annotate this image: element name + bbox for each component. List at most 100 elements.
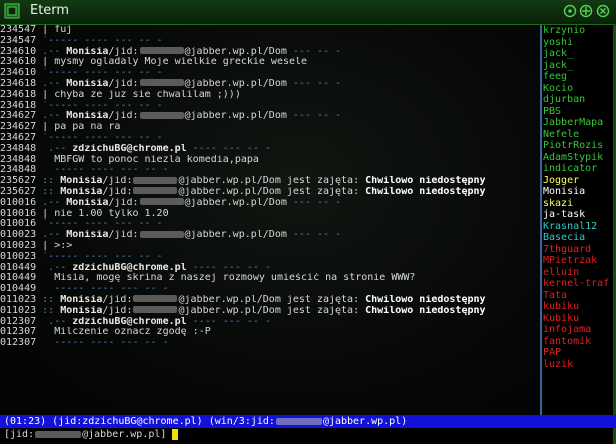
nicklist-item[interactable]: infojama: [543, 324, 616, 336]
nicklist-item[interactable]: MPietrzak: [543, 255, 616, 267]
status-description: Chwilowo niedostępny: [365, 186, 486, 197]
chat-line: 010023 .-- Monisia/jid: @jabber.wp.pl/Dom…: [0, 230, 540, 241]
message-border: ---- --- -- -: [186, 316, 271, 327]
sender-jid-prefix: /jid:: [102, 186, 133, 197]
text-cursor: [172, 428, 179, 440]
eterm-window: Eterm 234547 | fuj 234547 `----- ---- ---…: [0, 0, 616, 444]
chat-line: 235627 :: Monisia/jid: @jabber.wp.pl/Dom …: [0, 187, 540, 198]
message-border: --- -- -: [286, 78, 342, 89]
input-line[interactable]: [jid: @jabber.wp.pl]: [0, 428, 616, 442]
message-border: ---- --- -- -: [186, 143, 271, 154]
timestamp: 234627: [0, 122, 37, 133]
status-marker: ::: [42, 305, 61, 316]
chat-line: 012307 Milczenie oznacz zgodę :-P: [0, 327, 540, 338]
timestamp: 234610: [0, 68, 37, 79]
timestamp: 010023: [0, 251, 37, 262]
timestamp: 010449: [0, 262, 37, 273]
chat-line: 234610 | mysmy ogladaly Moje wielkie gre…: [0, 57, 540, 68]
status-bar: (01:23) (jid:zdzichuBG@chrome.pl) (win/3…: [0, 415, 616, 428]
chat-line: 012307 .-- zdzichuBG@chrome.pl ---- --- …: [0, 317, 540, 328]
window-menu-icon[interactable]: [4, 3, 20, 19]
message-border: `----- ---- --- -- -: [42, 219, 163, 230]
nicklist-item[interactable]: skazi: [543, 198, 616, 210]
nicklist-item[interactable]: krzynio: [543, 25, 616, 37]
nicklist-item[interactable]: PAP: [543, 347, 616, 359]
nicklist-item[interactable]: Tata: [543, 290, 616, 302]
sender-jid-prefix: /jid:: [108, 230, 139, 241]
chat-line: 234627 `----- ---- --- -- -: [0, 133, 540, 144]
sender-jid-prefix: /jid:: [108, 46, 139, 57]
message-border: .--: [42, 230, 67, 241]
message-text: | mysmy ogladaly Moje wielkie greckie we…: [42, 57, 308, 68]
message-border: --- -- -: [286, 111, 342, 122]
status-description: Chwilowo niedostępny: [365, 176, 486, 187]
nicklist[interactable]: krzynio yoshi jack_ jack_ feeg Kocio djurban PB…: [543, 25, 616, 415]
message-border: .--: [42, 46, 67, 57]
nicklist-item[interactable]: JabberMapa: [543, 117, 616, 129]
chat-line: 012307 ----- ---- --- -- -: [0, 338, 540, 349]
nicklist-item[interactable]: Jogger: [543, 175, 616, 187]
close-icon[interactable]: [596, 4, 610, 18]
nicklist-item[interactable]: 7thguard: [543, 244, 616, 256]
message-border: `----- ---- --- -- -: [42, 132, 163, 143]
nicklist-item[interactable]: PiotrRozis: [543, 140, 616, 152]
nicklist-item[interactable]: Kubiku: [543, 313, 616, 325]
title-bar[interactable]: Eterm: [0, 0, 616, 25]
chat-line: 234618 | chyba ze juz sie chwalilam ;))): [0, 90, 540, 101]
nicklist-item[interactable]: jack_: [543, 48, 616, 60]
chat-line: 010449 .-- zdzichuBG@chrome.pl ---- --- …: [0, 263, 540, 274]
status-marker: ::: [42, 176, 61, 187]
nicklist-item[interactable]: AdamStypik: [543, 152, 616, 164]
nicklist-item[interactable]: Monisia: [543, 186, 616, 198]
timestamp: 234627: [0, 132, 37, 143]
minimize-icon[interactable]: [563, 4, 577, 18]
timestamp: 234547: [0, 35, 37, 46]
message-text: | >:>: [42, 240, 73, 251]
sender-jid-domain: @jabber.wp.pl/Dom: [184, 197, 287, 208]
nicklist-separator: [540, 25, 542, 415]
nicklist-item[interactable]: Kocio: [543, 83, 616, 95]
nicklist-item[interactable]: feeg: [543, 71, 616, 83]
sender-nick: Monisia: [66, 78, 109, 89]
nicklist-item[interactable]: Krasnal12: [543, 221, 616, 233]
message-border: .--: [42, 316, 73, 327]
nicklist-item[interactable]: jack_: [543, 60, 616, 72]
chat-line: 235627 :: Monisia/jid: @jabber.wp.pl/Dom …: [0, 176, 540, 187]
status-description: Chwilowo niedostępny: [365, 305, 486, 316]
nicklist-item[interactable]: djurban: [543, 94, 616, 106]
chat-line: 010449 Misia, mogę skrina z naszej rozmo…: [0, 273, 540, 284]
chat-line: 234848 .-- zdzichuBG@chrome.pl ---- --- …: [0, 144, 540, 155]
nicklist-item[interactable]: kubiku: [543, 301, 616, 313]
window-title: Eterm: [30, 3, 70, 18]
nicklist-item[interactable]: PBS: [543, 106, 616, 118]
redacted-jid: [35, 430, 82, 438]
nicklist-item[interactable]: kernel-traf: [543, 278, 616, 290]
nicklist-item[interactable]: indicator: [543, 163, 616, 175]
nicklist-item[interactable]: yoshi: [543, 37, 616, 49]
maximize-icon[interactable]: [579, 4, 593, 18]
chat-buffer[interactable]: 234547 | fuj 234547 `----- ---- --- -- -2…: [0, 25, 540, 415]
timestamp: 012307: [0, 338, 37, 349]
own-message-text: Milczenie oznacz zgodę :-P: [42, 327, 211, 338]
redacted-jid: [275, 417, 322, 425]
chat-line: 234618 `----- ---- --- -- -: [0, 101, 540, 112]
timestamp: 010449: [0, 284, 37, 295]
sender-jid-prefix: /jid:: [108, 78, 139, 89]
nicklist-item[interactable]: elluin: [543, 267, 616, 279]
status-marker: ::: [42, 294, 61, 305]
nicklist-item[interactable]: ja-task: [543, 209, 616, 221]
message-border: --- -- -: [286, 46, 342, 57]
nicklist-item[interactable]: Nefele: [543, 129, 616, 141]
sender-jid-domain: @jabber.wp.pl/Dom: [184, 78, 287, 89]
nicklist-item[interactable]: luzik: [543, 359, 616, 371]
message-border: .--: [42, 111, 67, 122]
nicklist-item[interactable]: fantomik: [543, 336, 616, 348]
timestamp: 234618: [0, 100, 37, 111]
status-text: @jabber.wp.pl/Dom jest zajęta:: [178, 186, 366, 197]
chat-line: 234618 .-- Monisia/jid: @jabber.wp.pl/Dom…: [0, 79, 540, 90]
timestamp: 012307: [0, 327, 37, 338]
nicklist-item[interactable]: Basecia: [543, 232, 616, 244]
message-border: --- -- -: [286, 197, 342, 208]
sender-nick: Monisia: [60, 186, 103, 197]
own-message-text: Misia, mogę skrina z naszej rozmowy umie…: [42, 273, 416, 284]
